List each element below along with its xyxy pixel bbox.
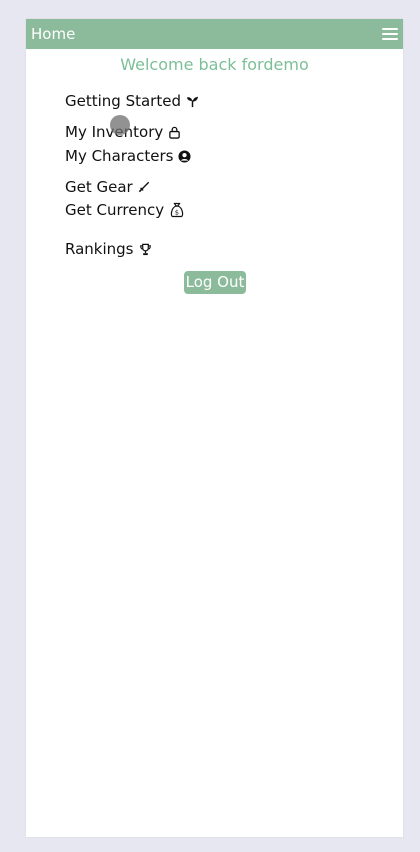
nav-rankings-label: Rankings: [65, 240, 134, 258]
sword-icon: [138, 181, 150, 193]
user-circle-icon: [178, 149, 192, 163]
nav-get-currency[interactable]: Get Currency $: [65, 201, 185, 219]
top-bar: Home: [26, 19, 403, 49]
sprout-icon: [186, 95, 199, 108]
nav-getting-started[interactable]: Getting Started: [65, 92, 199, 110]
logout-button[interactable]: Log Out: [184, 271, 246, 294]
bag-icon: [168, 126, 181, 139]
nav-get-gear-label: Get Gear: [65, 178, 133, 196]
app-panel: Home Welcome back fordemo Getting Starte…: [26, 19, 403, 837]
money-bag-icon: $: [169, 202, 185, 218]
nav-rankings[interactable]: Rankings: [65, 240, 152, 258]
touch-cursor-indicator: [110, 115, 130, 135]
page-title: Home: [31, 25, 76, 43]
svg-text:$: $: [175, 209, 179, 217]
nav-my-characters[interactable]: My Characters: [65, 147, 192, 165]
hamburger-menu-icon[interactable]: [382, 27, 398, 41]
nav-get-currency-label: Get Currency: [65, 201, 165, 219]
welcome-message: Welcome back fordemo: [120, 55, 309, 74]
nav-get-gear[interactable]: Get Gear: [65, 178, 150, 196]
trophy-icon: [139, 243, 152, 256]
nav-my-characters-label: My Characters: [65, 147, 174, 165]
nav-getting-started-label: Getting Started: [65, 92, 181, 110]
